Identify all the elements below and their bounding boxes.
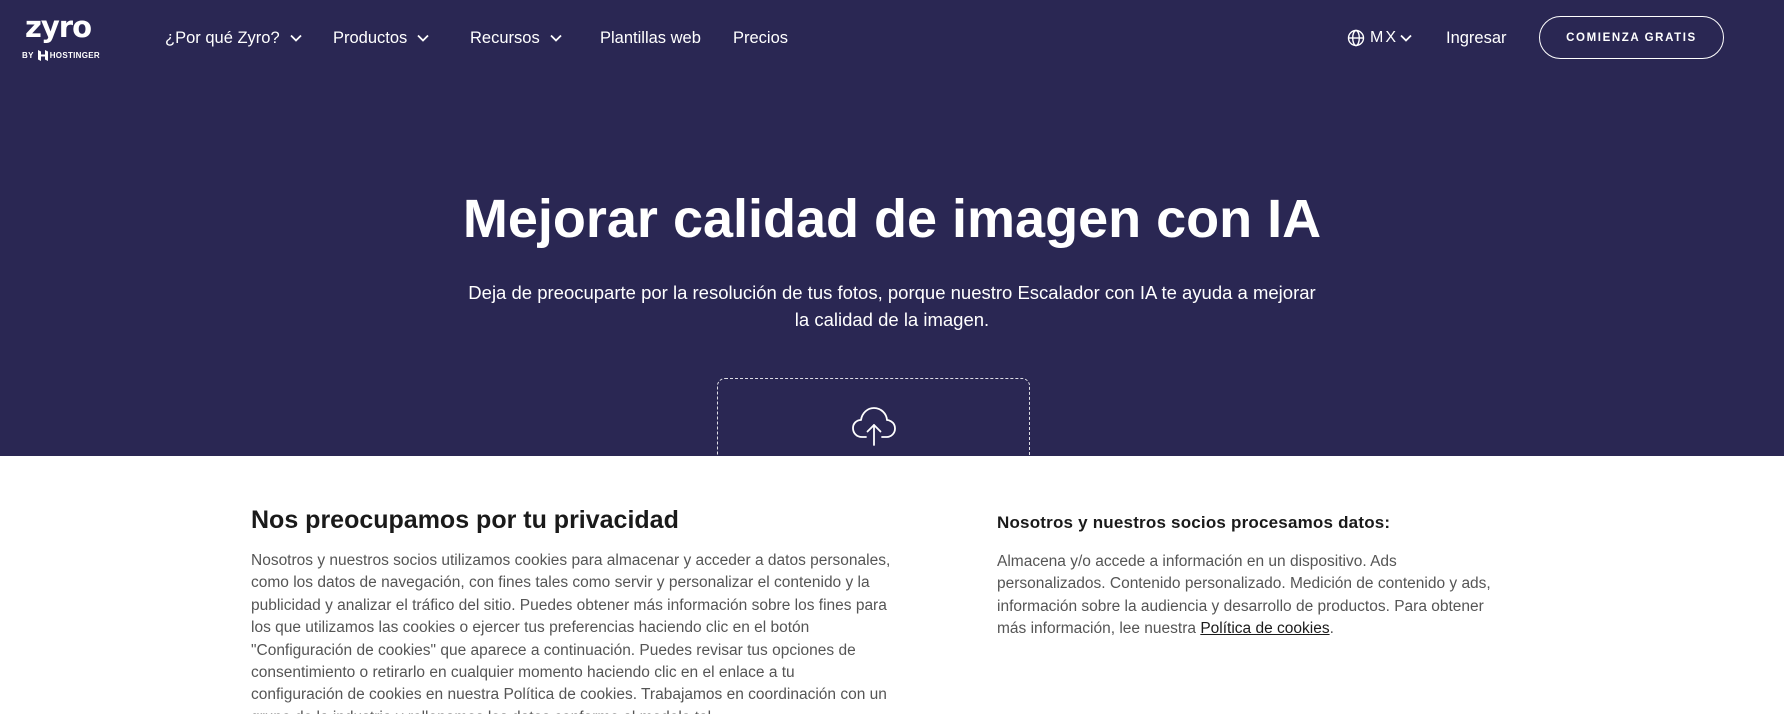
chevron-down-icon bbox=[1400, 34, 1412, 42]
hero-section: zyro BY HOSTINGER ¿Por qué Zyro? Product… bbox=[0, 0, 1784, 456]
start-free-button[interactable]: COMIENZA GRATIS bbox=[1539, 16, 1724, 59]
nav-item-label: Recursos bbox=[470, 28, 540, 47]
globe-icon bbox=[1347, 29, 1365, 47]
page-title: Mejorar calidad de imagen con IA bbox=[462, 189, 1322, 249]
language-selector[interactable]: MX bbox=[1347, 26, 1412, 50]
nav-item-por-que-zyro[interactable]: ¿Por qué Zyro? bbox=[165, 26, 302, 50]
cookie-title: Nos preocupamos por tu privacidad bbox=[251, 506, 679, 534]
logo-parent-text: HOSTINGER bbox=[49, 51, 100, 60]
image-upload-dropzone[interactable] bbox=[717, 378, 1030, 456]
nav-item-label: ¿Por qué Zyro? bbox=[165, 28, 280, 47]
nav-item-label: Productos bbox=[333, 28, 408, 47]
logo-byline: BY HOSTINGER bbox=[22, 50, 100, 61]
nav-item-recursos[interactable]: Recursos bbox=[470, 26, 562, 50]
data-processing-description: Almacena y/o accede a información en un … bbox=[997, 551, 1497, 641]
nav-item-label: Precios bbox=[733, 28, 789, 47]
login-link[interactable]: Ingresar bbox=[1446, 26, 1507, 50]
chevron-down-icon bbox=[550, 34, 562, 42]
language-code: MX bbox=[1370, 29, 1398, 46]
chevron-down-icon bbox=[417, 34, 429, 42]
nav-item-plantillas-web[interactable]: Plantillas web bbox=[600, 26, 701, 50]
nav-item-label: Plantillas web bbox=[600, 28, 701, 47]
hero-subtitle: Deja de preocuparte por la resolución de… bbox=[468, 282, 1316, 330]
hostinger-mark-icon bbox=[37, 50, 48, 61]
top-navigation: zyro BY HOSTINGER ¿Por qué Zyro? Product… bbox=[0, 0, 1784, 76]
cookie-consent-panel: Nos preocupamos por tu privacidad Nosotr… bbox=[0, 456, 1784, 714]
chevron-down-icon bbox=[290, 34, 302, 42]
logo-wordmark: zyro bbox=[25, 10, 92, 44]
zyro-logo[interactable]: zyro BY HOSTINGER bbox=[22, 12, 106, 66]
data-processing-title: Nosotros y nuestros socios procesamos da… bbox=[997, 513, 1391, 532]
nav-item-precios[interactable]: Precios bbox=[733, 26, 788, 50]
cloud-upload-icon bbox=[852, 407, 896, 446]
data-processing-end: . bbox=[1329, 620, 1334, 638]
nav-item-productos[interactable]: Productos bbox=[333, 26, 429, 50]
logo-by-text: BY bbox=[22, 51, 34, 60]
cookie-description: Nosotros y nuestros socios utilizamos co… bbox=[251, 552, 891, 714]
cookie-policy-link[interactable]: Política de cookies bbox=[1200, 620, 1329, 637]
